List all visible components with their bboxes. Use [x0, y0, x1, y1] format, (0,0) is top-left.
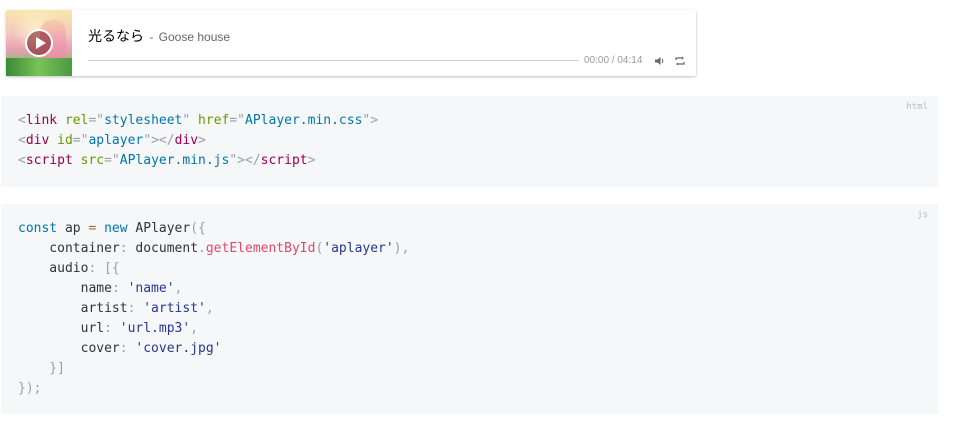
code-token: 'url.mp3' [119, 321, 191, 336]
code-token: script [260, 153, 308, 168]
code-language-label: html [906, 102, 928, 112]
code-token: 'name' [127, 281, 175, 296]
code-token: id [57, 133, 73, 148]
code-token: > [198, 133, 206, 148]
code-token: =" [88, 113, 105, 128]
play-icon [36, 37, 46, 49]
code-token: getElementById [205, 241, 316, 256]
code-token: ap [57, 221, 89, 236]
code-token: < [18, 113, 26, 128]
code-line: <link rel="stylesheet" href="APlayer.min… [18, 113, 378, 128]
code-token: > [370, 113, 379, 128]
audio-player: 光るなら - Goose house 00:00 / 04:14 [6, 10, 696, 76]
code-token: ), [393, 241, 410, 256]
play-button[interactable] [25, 29, 53, 57]
js-code: const ap = new APlayer({ container: docu… [18, 219, 409, 399]
code-line: name: 'name', [18, 281, 183, 296]
code-token: , [174, 281, 183, 296]
code-token: new [104, 221, 128, 236]
code-token: }); [18, 381, 42, 396]
html-code-block: html <link rel="stylesheet" href="APlaye… [1, 96, 938, 187]
track-artist: Goose house [158, 30, 231, 44]
code-token: rel [64, 113, 89, 128]
js-code-block: js const ap = new APlayer({ container: d… [1, 204, 938, 414]
code-token: url [18, 321, 105, 336]
code-token: link [25, 113, 58, 128]
code-token: " [143, 133, 152, 148]
code-token: 'artist' [143, 301, 206, 316]
html-code: <link rel="stylesheet" href="APlayer.min… [18, 111, 378, 171]
code-token: APlayer [127, 221, 191, 236]
code-token: < [18, 153, 26, 168]
progress-track [88, 60, 578, 61]
code-token: audio [18, 261, 89, 276]
code-token: ></ [237, 153, 261, 168]
code-language-label: js [917, 210, 928, 220]
progress-bar[interactable] [88, 59, 578, 63]
code-token: =" [104, 153, 120, 168]
code-token: script [25, 153, 73, 168]
time-total: 04:14 [617, 55, 643, 66]
code-token: > [307, 153, 316, 168]
code-token: name [18, 281, 112, 296]
code-token: div [25, 133, 50, 148]
code-token: APlayer.min.css [245, 113, 363, 128]
loop-icon[interactable] [674, 55, 686, 67]
code-line: <div id="aplayer"></div> [18, 133, 206, 148]
code-line: const ap = new APlayer({ [18, 221, 206, 236]
time-display: 00:00 / 04:14 [584, 55, 642, 66]
volume-icon[interactable] [654, 55, 666, 67]
code-token: : [104, 321, 112, 336]
time-current: 00:00 [584, 55, 610, 66]
code-token: . [198, 241, 206, 256]
code-token: [{ [96, 261, 120, 276]
code-token: , [190, 321, 199, 336]
code-token: APlayer.min.js [119, 153, 230, 168]
track-title: 光るなら [88, 28, 144, 44]
track-artist-prefix: - [146, 30, 157, 44]
code-token: " [229, 153, 238, 168]
cover-foliage [6, 58, 72, 76]
album-cover[interactable] [6, 10, 72, 76]
code-token: href [198, 113, 230, 128]
code-line: audio: [{ [18, 261, 120, 276]
code-token: 'cover.jpg' [135, 341, 222, 356]
code-token: div [174, 133, 199, 148]
code-token: 'aplayer' [323, 241, 394, 256]
code-token: stylesheet [104, 113, 183, 128]
code-token: : [119, 341, 128, 356]
code-line: artist: 'artist', [18, 301, 214, 316]
code-line: }); [18, 381, 41, 396]
code-token: =" [229, 113, 246, 128]
code-token: artist [18, 301, 128, 316]
code-line: <script src="APlayer.min.js"></script> [18, 153, 315, 168]
code-token: : [119, 241, 128, 256]
code-token: src [80, 153, 105, 168]
code-line: url: 'url.mp3', [18, 321, 198, 336]
code-token: < [18, 133, 26, 148]
code-token: const [18, 221, 58, 236]
code-token: aplayer [88, 133, 144, 148]
code-line: }] [18, 361, 65, 376]
code-token: document [127, 241, 199, 256]
code-token: cover [18, 341, 120, 356]
code-token: : [111, 281, 120, 296]
code-token: ({ [190, 221, 206, 236]
code-token: =" [72, 133, 89, 148]
code-line: cover: 'cover.jpg' [18, 341, 222, 356]
code-token: }] [18, 361, 65, 376]
code-token: container [18, 241, 120, 256]
code-token: , [205, 301, 214, 316]
code-line: container: document.getElementById('apla… [18, 241, 409, 256]
code-token: ></ [151, 133, 175, 148]
track-info: 光るなら - Goose house [88, 26, 230, 46]
